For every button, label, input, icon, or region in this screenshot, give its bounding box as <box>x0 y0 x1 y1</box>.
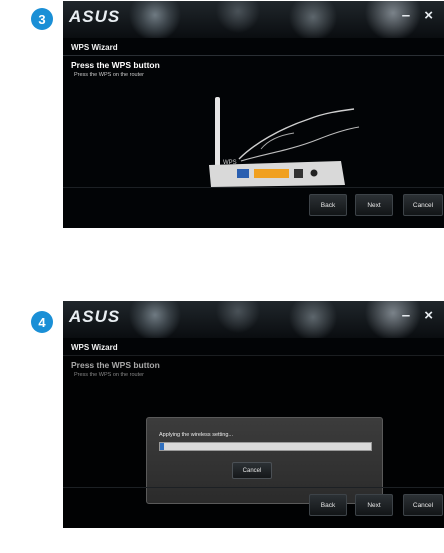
hand-detail <box>260 132 295 150</box>
lan-ports <box>254 169 289 178</box>
back-button[interactable]: Back <box>309 494 347 516</box>
window-controls[interactable]: – × <box>402 7 438 24</box>
back-button[interactable]: Back <box>309 194 347 216</box>
asus-logo: ASUS <box>69 7 121 26</box>
router-illustration: WPS <box>209 97 360 187</box>
wizard-title: WPS Wizard <box>71 343 118 352</box>
step-heading: Press the WPS button <box>71 60 160 70</box>
footer-divider <box>63 487 444 488</box>
hand-outline-icon <box>238 108 355 160</box>
wps-label: WPS <box>223 160 237 166</box>
hand-finger-outline <box>240 126 360 162</box>
divider <box>63 55 444 56</box>
lan-port-blue <box>237 169 249 178</box>
cancel-button[interactable]: Cancel <box>403 194 443 216</box>
progress-fill <box>160 443 165 450</box>
progress-bar <box>159 442 372 451</box>
wps-wizard-window: ASUS – × WPS Wizard Press the WPS button… <box>63 1 444 228</box>
power-port <box>310 169 318 177</box>
next-button[interactable]: Next <box>355 494 393 516</box>
step-number-badge: 4 <box>31 311 53 333</box>
next-button[interactable]: Next <box>355 194 393 216</box>
usb-port <box>294 169 303 178</box>
window-controls[interactable]: – × <box>402 307 438 324</box>
wizard-title: WPS Wizard <box>71 43 118 52</box>
asus-logo: ASUS <box>69 307 121 326</box>
step-number-badge: 3 <box>31 8 53 30</box>
step-instruction: Press the WPS on the router <box>74 72 145 78</box>
footer-divider <box>63 187 444 188</box>
antenna <box>215 97 220 167</box>
progress-dialog: Applying the wireless setting... Cancel <box>146 417 383 504</box>
cancel-button[interactable]: Cancel <box>403 494 443 516</box>
applying-message: Applying the wireless setting... <box>159 432 233 438</box>
dialog-cancel-button[interactable]: Cancel <box>232 462 272 479</box>
wps-wizard-window: ASUS – × WPS Wizard Press the WPS button… <box>63 301 444 528</box>
